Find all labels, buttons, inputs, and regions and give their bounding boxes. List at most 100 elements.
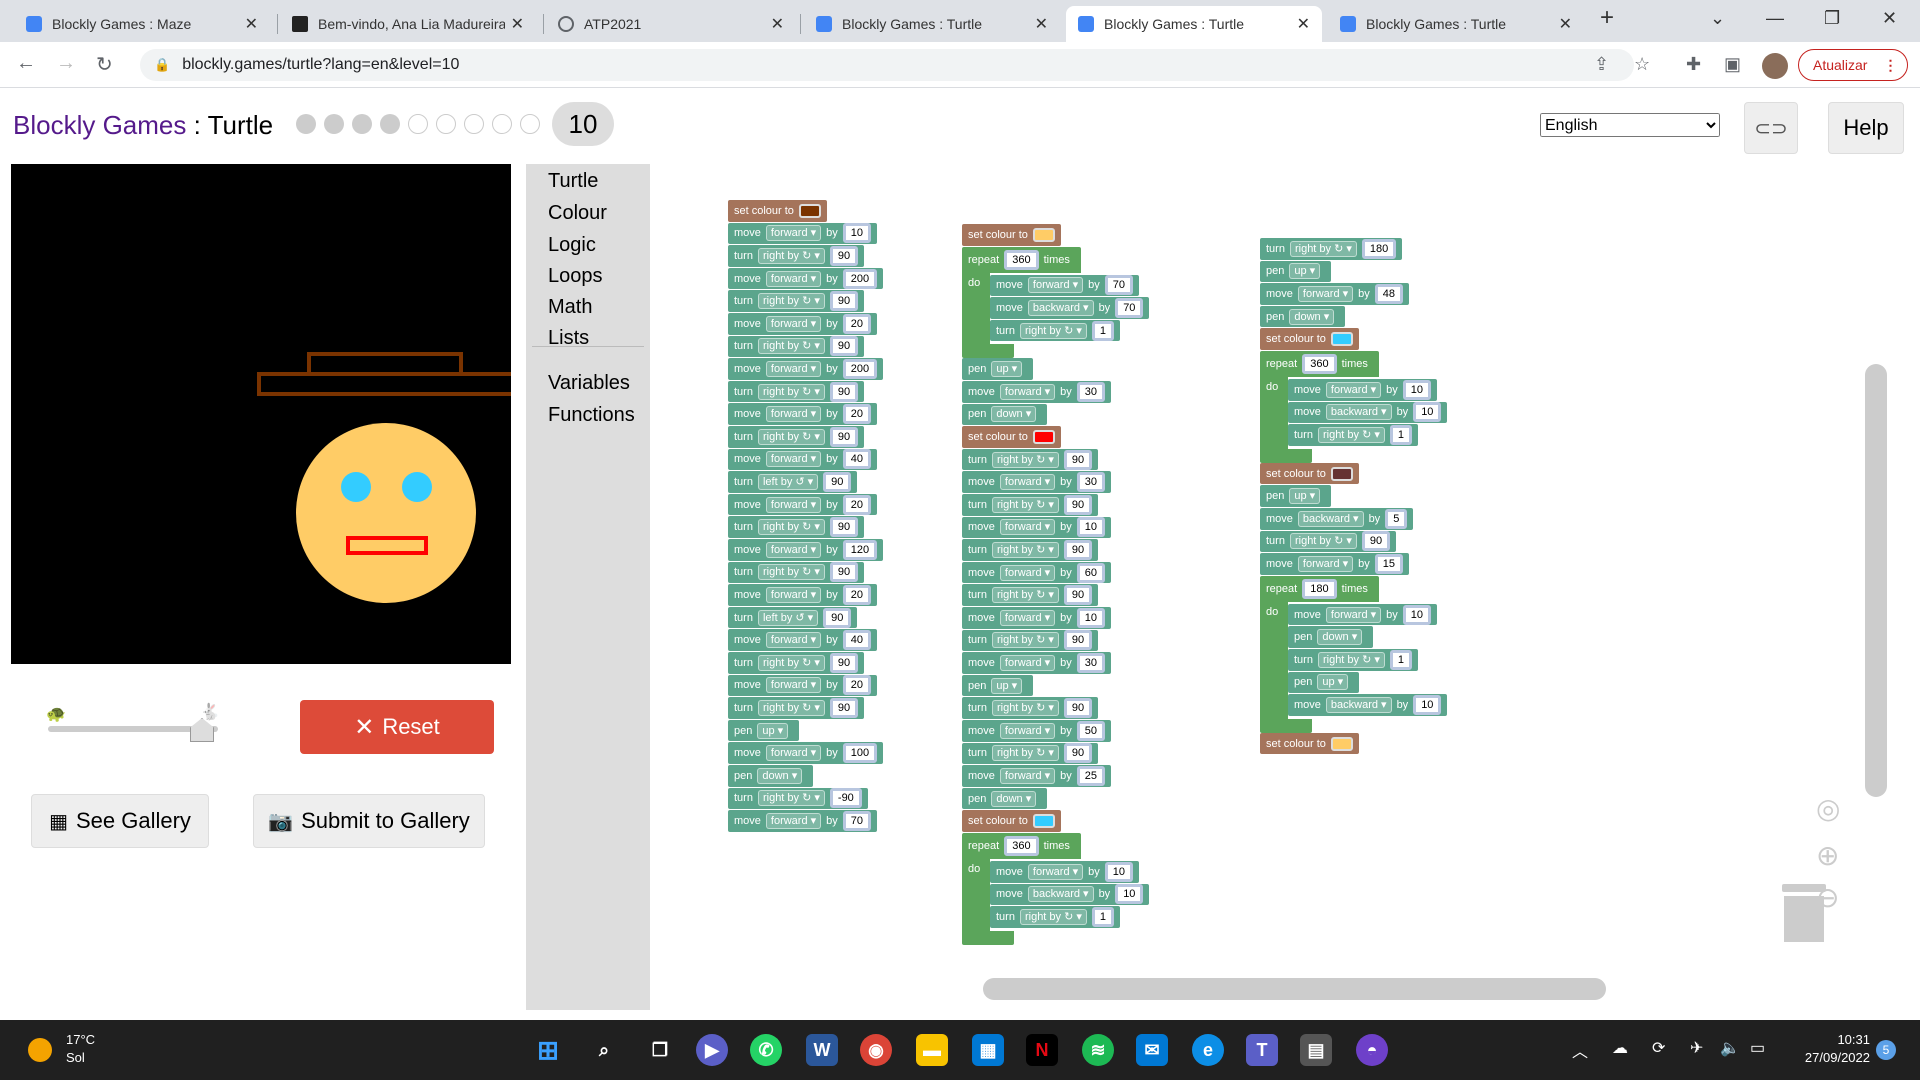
edge-icon[interactable]: e xyxy=(1192,1034,1224,1066)
turn-block[interactable]: turn right by ↻ ▾ 90 xyxy=(728,516,865,538)
turn-direction-dropdown[interactable]: right by ↻ ▾ xyxy=(757,699,825,716)
turn-block[interactable]: turn right by ↻ ▾ 90 xyxy=(728,335,865,358)
calculator-icon[interactable]: ▤ xyxy=(1300,1034,1332,1066)
pen-state-dropdown[interactable]: up ▾ xyxy=(1317,674,1349,691)
turn-direction-dropdown[interactable]: right by ↻ ▾ xyxy=(991,745,1059,762)
move-block[interactable]: move forward ▾ by 25 xyxy=(962,765,1112,787)
move-block[interactable]: move forward ▾ by 15 xyxy=(1260,553,1410,575)
onedrive-icon[interactable]: ☁ xyxy=(1612,1038,1628,1058)
sync-icon[interactable]: ⟳ xyxy=(1652,1038,1665,1058)
move-block[interactable]: move backward ▾ by 10 xyxy=(990,883,1150,906)
number-field[interactable]: 70 xyxy=(842,810,872,831)
back-icon[interactable]: ← xyxy=(16,52,36,75)
colour-block[interactable]: set colour to xyxy=(962,224,1061,246)
move-block[interactable]: move forward ▾ by 10 xyxy=(1288,603,1438,626)
turn-block[interactable]: turn right by ↻ ▾ 90 xyxy=(728,290,865,312)
direction-dropdown[interactable]: forward ▾ xyxy=(765,406,822,423)
number-field[interactable]: 10 xyxy=(1402,604,1432,625)
colour-swatch[interactable] xyxy=(1330,332,1353,347)
direction-dropdown[interactable]: forward ▾ xyxy=(765,812,822,829)
number-field[interactable]: 10 xyxy=(1402,379,1432,400)
workspace-vertical-scrollbar[interactable] xyxy=(1865,364,1887,797)
browser-tab[interactable]: ATP2021 ✕ xyxy=(546,6,796,42)
netflix-icon[interactable]: N xyxy=(1026,1034,1058,1066)
turn-direction-dropdown[interactable]: right by ↻ ▾ xyxy=(991,632,1059,649)
whatsapp-icon[interactable]: ✆ xyxy=(750,1034,782,1066)
direction-dropdown[interactable]: forward ▾ xyxy=(765,451,822,468)
number-field[interactable]: 10 xyxy=(1076,607,1106,628)
number-field[interactable]: 90 xyxy=(1063,449,1093,470)
turn-block[interactable]: turn right by ↻ ▾ 90 xyxy=(962,539,1099,561)
colour-block[interactable]: set colour to xyxy=(1260,328,1359,350)
level-dot[interactable] xyxy=(352,114,372,134)
level-dot[interactable] xyxy=(436,114,456,134)
recenter-icon[interactable]: ◎ xyxy=(1816,792,1840,825)
chrome-icon[interactable]: ◉ xyxy=(860,1034,892,1066)
move-block[interactable]: move forward ▾ by 100 xyxy=(728,742,884,764)
share-icon[interactable]: ⇪ xyxy=(1594,54,1609,75)
toolbox-category-functions[interactable]: Functions xyxy=(548,404,635,427)
store-icon[interactable]: ▦ xyxy=(972,1034,1004,1066)
direction-dropdown[interactable]: forward ▾ xyxy=(1297,285,1354,302)
turn-direction-dropdown[interactable]: right by ↻ ▾ xyxy=(1317,651,1385,668)
turn-direction-dropdown[interactable]: right by ↻ ▾ xyxy=(991,700,1059,717)
number-field[interactable]: 20 xyxy=(842,313,872,334)
repeat-block[interactable]: repeat 180 times xyxy=(1260,575,1379,602)
direction-dropdown[interactable]: forward ▾ xyxy=(1325,381,1382,398)
browser-tab-active[interactable]: Blockly Games : Turtle ✕ xyxy=(1066,6,1322,42)
forward-icon[interactable]: → xyxy=(56,52,76,75)
colour-swatch[interactable] xyxy=(1330,466,1353,481)
direction-dropdown[interactable]: forward ▾ xyxy=(999,609,1056,626)
turn-direction-dropdown[interactable]: right by ↻ ▾ xyxy=(991,541,1059,558)
turn-direction-dropdown[interactable]: right by ↻ ▾ xyxy=(757,519,825,536)
pen-block[interactable]: pen up ▾ xyxy=(962,674,1034,697)
turn-direction-dropdown[interactable]: left by ↺ ▾ xyxy=(757,473,819,490)
number-field[interactable]: -90 xyxy=(829,788,862,809)
move-block[interactable]: move forward ▾ by 50 xyxy=(962,720,1112,742)
turn-block[interactable]: turn right by ↻ ▾ 1 xyxy=(1288,424,1419,446)
number-field[interactable]: 90 xyxy=(1361,531,1391,552)
number-field[interactable]: 360 xyxy=(1004,836,1039,856)
more-menu-icon[interactable]: ⋮ xyxy=(1883,57,1897,74)
move-block[interactable]: move forward ▾ by 48 xyxy=(1260,283,1410,305)
turn-direction-dropdown[interactable]: right by ↻ ▾ xyxy=(757,383,825,400)
number-field[interactable]: 180 xyxy=(1302,578,1337,599)
number-field[interactable]: 90 xyxy=(823,607,852,628)
trash-icon[interactable] xyxy=(1782,884,1826,942)
number-field[interactable]: 120 xyxy=(842,539,878,560)
level-dot[interactable] xyxy=(380,114,400,134)
address-bar[interactable]: 🔒 blockly.games/turtle?lang=en&level=10 xyxy=(140,49,1634,81)
number-field[interactable]: 30 xyxy=(1076,472,1106,493)
number-field[interactable]: 70 xyxy=(1115,297,1144,318)
turn-direction-dropdown[interactable]: right by ↻ ▾ xyxy=(757,790,825,807)
pen-block[interactable]: pen down ▾ xyxy=(962,403,1048,426)
move-block[interactable]: move forward ▾ by 70 xyxy=(728,810,878,832)
chevron-up-icon[interactable]: ︿ xyxy=(1572,1038,1588,1062)
move-block[interactable]: move forward ▾ by 40 xyxy=(728,629,878,651)
number-field[interactable]: 5 xyxy=(1385,508,1408,529)
number-field[interactable]: 70 xyxy=(1104,275,1134,296)
repeat-block[interactable]: repeat 360 times xyxy=(962,833,1081,859)
pen-state-dropdown[interactable]: down ▾ xyxy=(991,406,1037,423)
pen-block[interactable]: pen down ▾ xyxy=(962,787,1048,810)
pen-block[interactable]: pen down ▾ xyxy=(1260,305,1346,328)
pen-state-dropdown[interactable]: up ▾ xyxy=(1289,263,1321,280)
direction-dropdown[interactable]: forward ▾ xyxy=(1325,606,1382,623)
number-field[interactable]: 90 xyxy=(823,471,852,492)
turn-direction-dropdown[interactable]: left by ↺ ▾ xyxy=(757,609,819,626)
level-dot[interactable] xyxy=(408,114,428,134)
task-view-icon[interactable]: ❐ xyxy=(644,1034,676,1066)
turn-direction-dropdown[interactable]: right by ↻ ▾ xyxy=(757,293,825,310)
number-field[interactable]: 100 xyxy=(842,743,878,764)
number-field[interactable]: 90 xyxy=(1063,698,1093,719)
colour-block[interactable]: set colour to xyxy=(962,810,1061,832)
turn-block[interactable]: turn right by ↻ ▾ 90 xyxy=(728,380,865,403)
pen-block[interactable]: pen up ▾ xyxy=(1260,485,1332,507)
turn-block[interactable]: turn right by ↻ ▾ 90 xyxy=(728,245,865,267)
number-field[interactable]: 60 xyxy=(1076,562,1106,583)
volume-icon[interactable]: 🔈 xyxy=(1720,1038,1740,1058)
turn-direction-dropdown[interactable]: right by ↻ ▾ xyxy=(1019,322,1087,339)
number-field[interactable]: 10 xyxy=(842,223,872,244)
direction-dropdown[interactable]: forward ▾ xyxy=(999,564,1056,581)
number-field[interactable]: 10 xyxy=(1413,402,1442,423)
